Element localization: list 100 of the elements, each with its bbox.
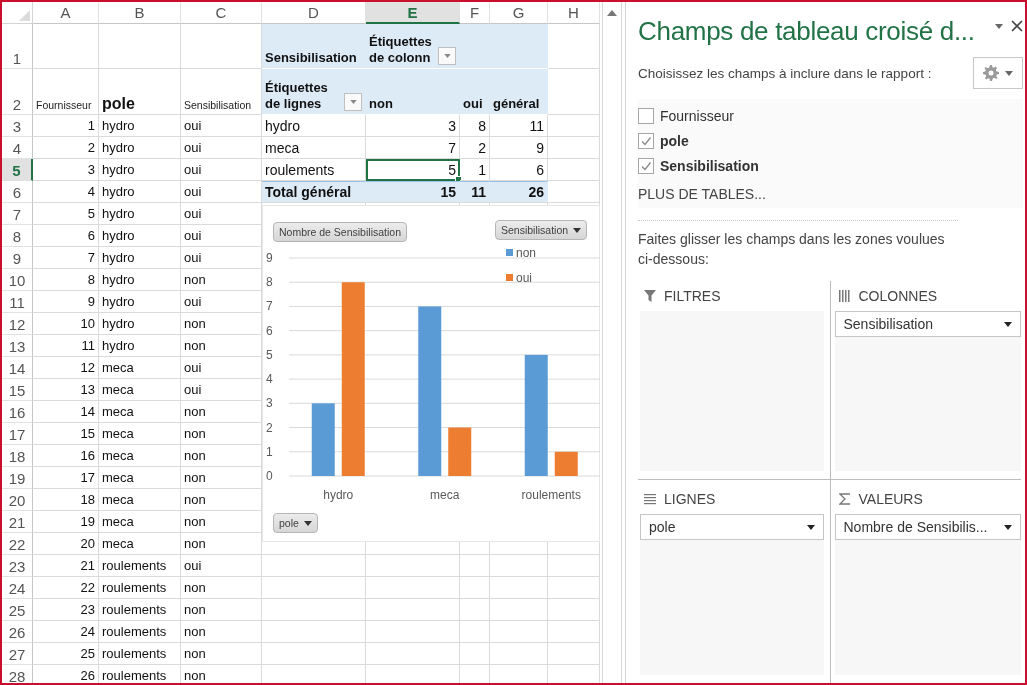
row-number[interactable]: 2 bbox=[2, 69, 33, 115]
checkbox[interactable] bbox=[638, 157, 654, 174]
row-number[interactable]: 26 bbox=[2, 621, 33, 643]
row-number[interactable]: 1 bbox=[2, 24, 33, 69]
row-number[interactable]: 21 bbox=[2, 511, 33, 533]
category-label: roulements bbox=[521, 488, 581, 502]
table-cell: hydro bbox=[99, 137, 181, 159]
row-number[interactable]: 11 bbox=[2, 291, 33, 313]
pivot-cell: 11 bbox=[490, 115, 548, 137]
pivot-column-header: oui bbox=[460, 69, 490, 115]
row-number[interactable]: 5 bbox=[2, 159, 33, 181]
table-cell bbox=[490, 24, 548, 69]
table-cell bbox=[548, 643, 600, 665]
row-number[interactable]: 19 bbox=[2, 467, 33, 489]
table-cell: 3 bbox=[33, 159, 99, 181]
table-cell bbox=[548, 137, 600, 159]
scroll-up-icon[interactable] bbox=[607, 10, 617, 16]
field-button[interactable]: Nombre de Sensibilisation bbox=[273, 222, 407, 242]
table-cell: hydro bbox=[99, 291, 181, 313]
table-cell: non bbox=[181, 599, 262, 621]
table-cell: meca bbox=[99, 511, 181, 533]
field-button[interactable]: pole bbox=[273, 513, 318, 533]
settings-button[interactable] bbox=[973, 57, 1023, 89]
area-title: COLONNES bbox=[858, 288, 938, 304]
column-letter[interactable]: E bbox=[366, 2, 460, 24]
column-letter[interactable]: C bbox=[181, 2, 262, 24]
scrollbar[interactable] bbox=[602, 2, 622, 683]
row-number[interactable]: 20 bbox=[2, 489, 33, 511]
field-button[interactable]: Sensibilisation bbox=[495, 220, 588, 240]
checkbox[interactable] bbox=[638, 132, 654, 149]
table-cell: 5 bbox=[33, 203, 99, 225]
column-letter[interactable]: A bbox=[33, 2, 99, 24]
column-letter[interactable]: H bbox=[548, 2, 600, 24]
pivot-cell: 9 bbox=[490, 137, 548, 159]
table-cell bbox=[548, 69, 600, 115]
field-checkbox[interactable]: Sensibilisation bbox=[638, 153, 1023, 178]
axis-tick-label: 6 bbox=[266, 323, 273, 338]
category-label: meca bbox=[430, 488, 460, 502]
field-checkbox[interactable]: Fournisseur bbox=[638, 103, 1023, 128]
row-number[interactable]: 15 bbox=[2, 379, 33, 401]
field-name: Sensibilisation bbox=[843, 316, 933, 332]
row-number[interactable]: 7 bbox=[2, 203, 33, 225]
table-cell: non bbox=[181, 643, 262, 665]
field-dropdown[interactable]: Nombre de Sensibilis... bbox=[834, 514, 1021, 540]
field-name: pole bbox=[649, 519, 676, 535]
close-icon[interactable] bbox=[1011, 20, 1023, 32]
row-number[interactable]: 6 bbox=[2, 181, 33, 203]
column-letter[interactable]: G bbox=[490, 2, 548, 24]
table-cell: 14 bbox=[33, 401, 99, 423]
field-checkbox[interactable]: pole bbox=[638, 128, 1023, 153]
row-number[interactable]: 9 bbox=[2, 247, 33, 269]
table-cell: roulements bbox=[99, 577, 181, 599]
row-number[interactable]: 8 bbox=[2, 225, 33, 247]
column-letter[interactable]: B bbox=[99, 2, 181, 24]
pivot-total-label: Total général bbox=[262, 181, 366, 203]
row-number[interactable]: 23 bbox=[2, 555, 33, 577]
row-number[interactable]: 16 bbox=[2, 401, 33, 423]
table-cell: hydro bbox=[99, 159, 181, 181]
column-letter[interactable]: D bbox=[262, 2, 366, 24]
checkbox[interactable] bbox=[638, 107, 654, 124]
column-letter[interactable]: F bbox=[460, 2, 490, 24]
table-cell: roulements bbox=[99, 643, 181, 665]
table-cell: oui bbox=[181, 555, 262, 577]
table-cell bbox=[548, 621, 600, 643]
table-cell bbox=[548, 599, 600, 621]
bar bbox=[554, 451, 578, 476]
table-cell bbox=[33, 24, 99, 69]
row-number[interactable]: 25 bbox=[2, 599, 33, 621]
row-number[interactable]: 13 bbox=[2, 335, 33, 357]
table-cell: 26 bbox=[33, 665, 99, 683]
more-tables-link[interactable]: PLUS DE TABLES... bbox=[638, 186, 1023, 202]
row-number[interactable]: 10 bbox=[2, 269, 33, 291]
row-number[interactable]: 3 bbox=[2, 115, 33, 137]
columns-icon bbox=[838, 290, 851, 302]
pivot-total-cell: 11 bbox=[460, 181, 490, 203]
table-cell: 19 bbox=[33, 511, 99, 533]
column-header: Fournisseur bbox=[33, 69, 99, 115]
table-cell: roulements bbox=[99, 599, 181, 621]
row-number[interactable]: 18 bbox=[2, 445, 33, 467]
filter-dropdown-button[interactable] bbox=[344, 93, 362, 111]
table-cell: meca bbox=[99, 357, 181, 379]
table-cell: 11 bbox=[33, 335, 99, 357]
area-title: FILTRES bbox=[664, 288, 721, 304]
row-number[interactable]: 24 bbox=[2, 577, 33, 599]
caret-icon bbox=[806, 524, 815, 530]
settings-icon bbox=[983, 65, 999, 81]
field-dropdown[interactable]: pole bbox=[640, 514, 824, 540]
table-cell: 8 bbox=[33, 269, 99, 291]
field-dropdown[interactable]: Sensibilisation bbox=[834, 311, 1021, 337]
row-number[interactable]: 27 bbox=[2, 643, 33, 665]
pivot-cell: 5 bbox=[366, 159, 460, 181]
row-number[interactable]: 17 bbox=[2, 423, 33, 445]
row-number[interactable]: 14 bbox=[2, 357, 33, 379]
filter-dropdown-button[interactable] bbox=[438, 47, 456, 65]
row-number[interactable]: 4 bbox=[2, 137, 33, 159]
table-cell bbox=[548, 115, 600, 137]
row-number[interactable]: 12 bbox=[2, 313, 33, 335]
pivot-cell: 2 bbox=[460, 137, 490, 159]
table-cell: 25 bbox=[33, 643, 99, 665]
row-number[interactable]: 22 bbox=[2, 533, 33, 555]
